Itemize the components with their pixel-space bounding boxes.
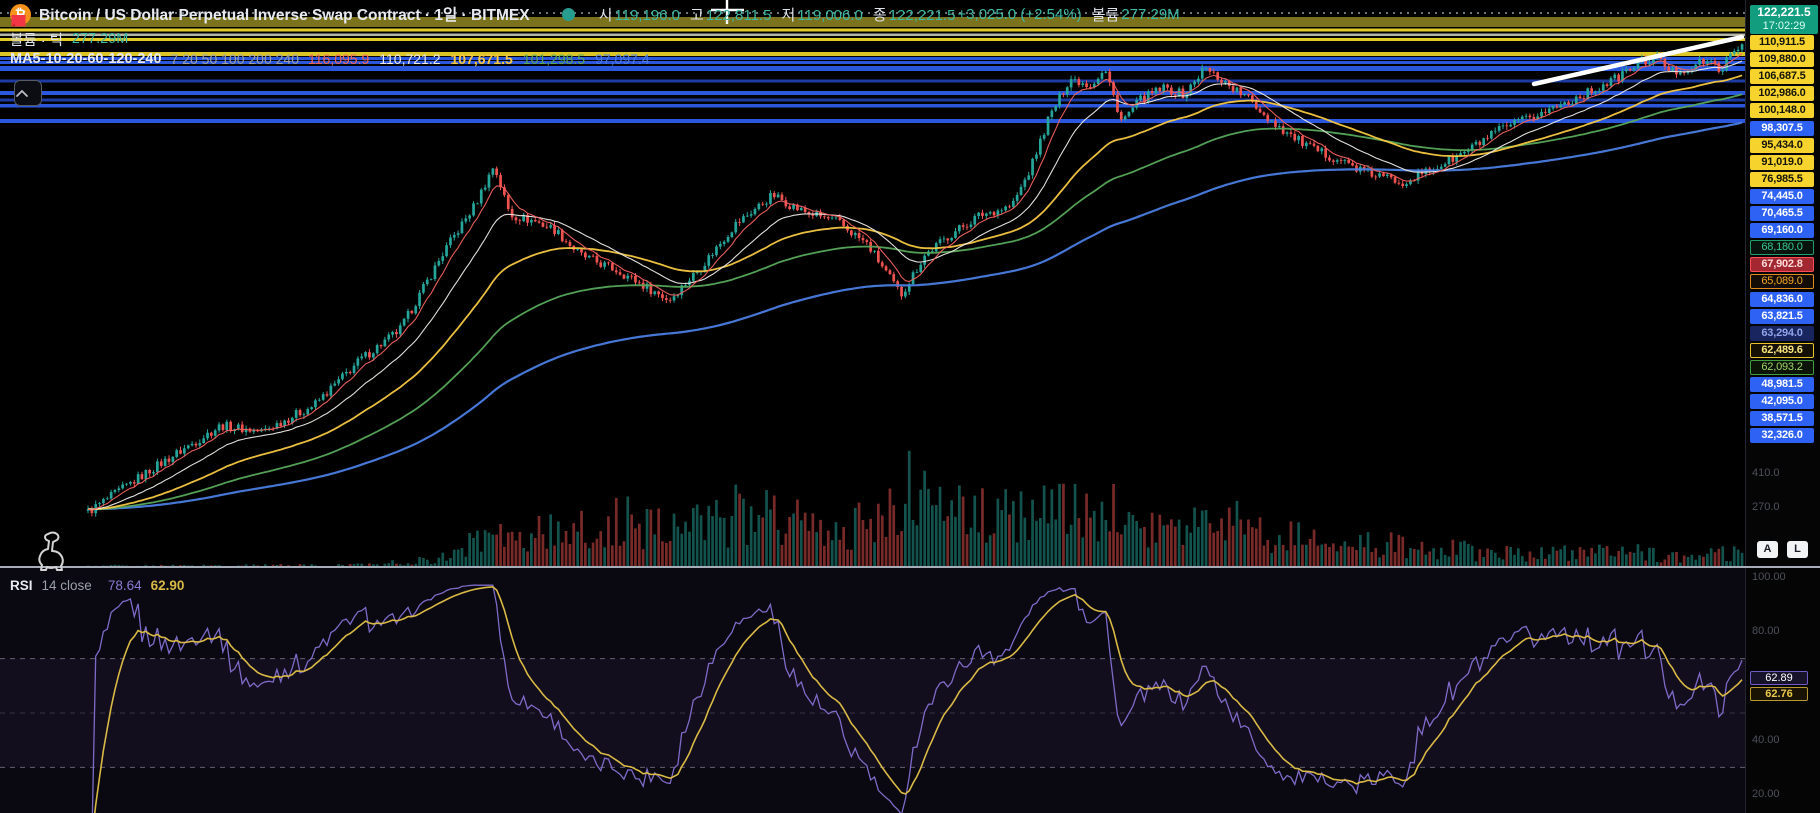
price-label: 109,880.0 <box>1750 52 1814 67</box>
trading-chart-app: ₿ Bitcoin / US Dollar Perpetual Inverse … <box>0 0 1820 813</box>
volume-axis-tick: 410.0 <box>1752 467 1780 479</box>
price-label: 106,687.5 <box>1750 69 1814 84</box>
price-label: 64,836.0 <box>1750 292 1814 307</box>
price-label: 48,981.5 <box>1750 377 1814 392</box>
pane-divider[interactable] <box>0 566 1820 568</box>
price-scale[interactable]: 122,221.5 17:02:29 110,911.5 109,880.0 106… <box>1745 0 1820 813</box>
log-scale-button[interactable]: L <box>1787 541 1808 558</box>
main-chart-canvas[interactable] <box>0 0 1745 568</box>
price-label: 63,294.0 <box>1750 326 1814 341</box>
price-label: 38,571.5 <box>1750 411 1814 426</box>
volume-axis-tick: 270.0 <box>1752 501 1780 513</box>
price-label: 69,160.0 <box>1750 223 1814 238</box>
price-label: 76,985.5 <box>1750 172 1814 187</box>
rsi-axis-tick: 80.00 <box>1752 625 1780 637</box>
rsi-axis-tick: 20.00 <box>1752 788 1780 800</box>
price-label: 100,148.0 <box>1750 103 1814 118</box>
price-label: 67,902.8 <box>1750 257 1814 272</box>
price-label: 91,019.0 <box>1750 155 1814 170</box>
collapse-legend-button[interactable] <box>14 80 42 106</box>
rsi-last-value-label: 62.76 <box>1750 687 1808 701</box>
price-label: 70,465.5 <box>1750 206 1814 221</box>
rsi-axis-tick: 40.00 <box>1752 734 1780 746</box>
price-label: 98,307.5 <box>1750 121 1814 136</box>
price-label: 32,326.0 <box>1750 428 1814 443</box>
current-price-value: 122,221.5 <box>1757 5 1811 19</box>
price-label: 110,911.5 <box>1750 35 1814 50</box>
price-label: 62,489.6 <box>1750 343 1814 358</box>
price-label: 65,089.0 <box>1750 274 1814 289</box>
rsi-pane-canvas[interactable] <box>0 568 1745 813</box>
price-label: 62,093.2 <box>1750 360 1814 375</box>
auto-scale-button[interactable]: A <box>1757 541 1778 558</box>
bar-countdown: 17:02:29 <box>1762 20 1806 32</box>
rsi-last-value-label: 62.89 <box>1750 671 1808 685</box>
price-label: 68,180.0 <box>1750 240 1814 255</box>
price-label: 42,095.0 <box>1750 394 1814 409</box>
price-label: 102,986.0 <box>1750 86 1814 101</box>
price-label: 95,434.0 <box>1750 138 1814 153</box>
price-label: 74,445.0 <box>1750 189 1814 204</box>
current-price-label: 122,221.5 17:02:29 <box>1750 5 1818 34</box>
price-label: 63,821.5 <box>1750 309 1814 324</box>
rsi-axis-tick: 100.00 <box>1752 571 1786 583</box>
